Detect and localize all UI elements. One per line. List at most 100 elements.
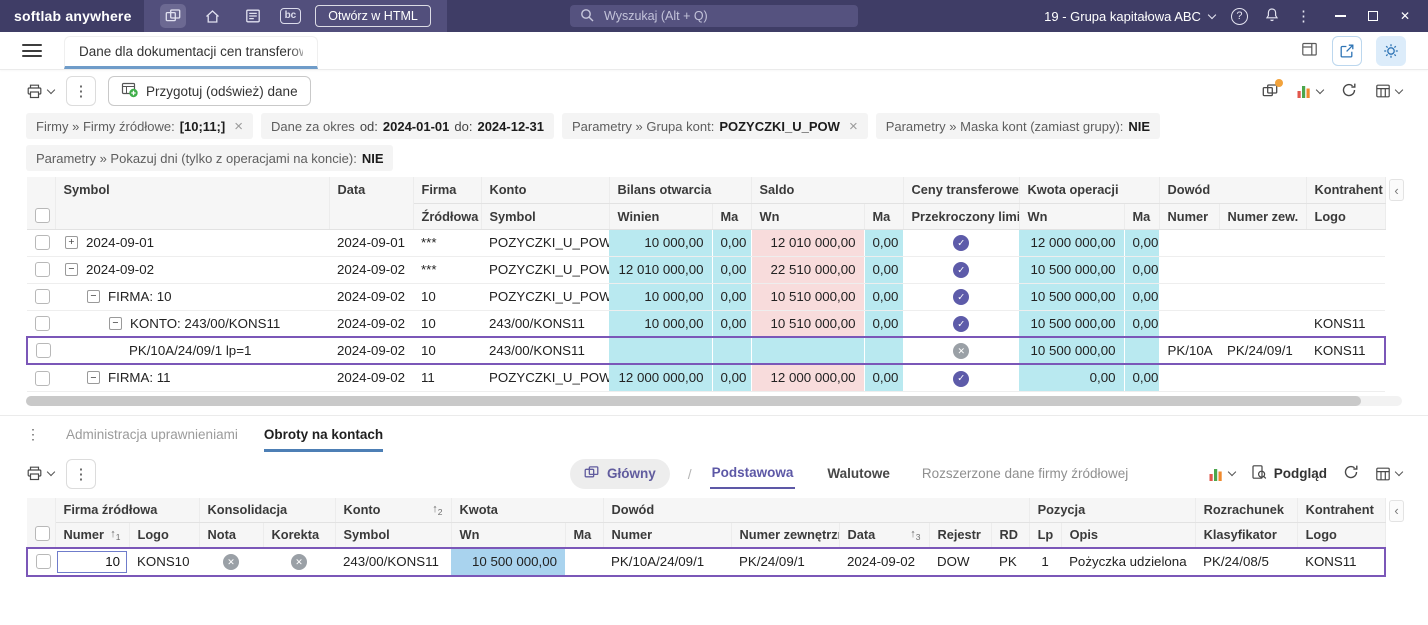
table-row-selected[interactable]: KONS10 243/00/KONS11 10 500 000,00 PK/10… [26, 546, 1387, 577]
help-icon[interactable] [1230, 7, 1248, 25]
collapse-icon[interactable] [65, 263, 78, 276]
col-group-dowod[interactable]: Dowód [1159, 177, 1307, 204]
view-rozszerzone[interactable]: Rozszerzone dane firmy źródłowej [922, 466, 1128, 481]
col-group-bilans[interactable]: Bilans otwarcia [609, 177, 752, 204]
company-selector[interactable]: 19 - Grupa kapitałowa ABC [1044, 9, 1217, 24]
col-ma[interactable]: Ma [565, 522, 604, 548]
col-data[interactable]: Data [329, 177, 414, 230]
col-group-saldo[interactable]: Saldo [751, 177, 904, 204]
col-bilans-ma[interactable]: Ma [712, 203, 752, 230]
col-kwota-wn[interactable]: Wn [1019, 203, 1125, 230]
col-saldo-ma[interactable]: Ma [864, 203, 904, 230]
col-group-firma-zrodlowa[interactable]: Firma źródłowa [55, 497, 200, 523]
close-button[interactable] [1400, 9, 1410, 23]
col-korekta[interactable]: Korekta [263, 522, 336, 548]
tab-administracja-uprawnieniami[interactable]: Administracja uprawnieniami [66, 427, 238, 452]
row-checkbox[interactable] [35, 262, 50, 278]
col-data[interactable]: Data3 [839, 522, 930, 548]
expand-icon[interactable] [65, 236, 78, 249]
refresh-icon[interactable] [1341, 82, 1357, 101]
table-row[interactable]: FIRMA: 11 2024-09-02 11 POZYCZKI_U_POW 1… [27, 364, 1386, 392]
filter-show-days[interactable]: Parametry » Pokazuj dni (tylko z operacj… [26, 145, 394, 171]
col-wn[interactable]: Wn [451, 522, 566, 548]
form-icon[interactable] [240, 4, 266, 28]
dual-screens-button[interactable] [1262, 79, 1283, 99]
col-logo[interactable]: Logo [1306, 203, 1386, 230]
home-icon[interactable] [200, 4, 226, 28]
filter-source-companies[interactable]: Firmy » Firmy źródłowe: [10;11;] [26, 113, 253, 139]
col-kontrahent-logo[interactable]: Logo [1297, 522, 1386, 548]
col-dowod-numer-zew[interactable]: Numer zew. [1219, 203, 1307, 230]
col-saldo-wn[interactable]: Wn [751, 203, 865, 230]
collapse-panel-icon[interactable] [1389, 179, 1405, 201]
close-icon[interactable] [234, 119, 243, 134]
select-all-checkbox[interactable] [35, 525, 50, 541]
table-row[interactable]: 2024-09-02 2024-09-02 *** POZYCZKI_U_POW… [27, 256, 1386, 284]
print-button[interactable] [26, 83, 56, 100]
col-group-kwota[interactable]: Kwota [451, 497, 604, 523]
global-search[interactable] [570, 5, 858, 27]
col-numer[interactable]: Numer1 [55, 522, 130, 548]
chart-button[interactable] [1208, 466, 1236, 482]
col-group-dowod[interactable]: Dowód [603, 497, 1030, 523]
collapse-panel-icon[interactable] [1389, 499, 1405, 522]
numer-editor-input[interactable] [57, 550, 127, 573]
row-checkbox[interactable] [36, 343, 51, 359]
row-checkbox[interactable] [35, 370, 50, 386]
preview-button[interactable]: Podgląd [1251, 464, 1327, 483]
grid-settings-button[interactable] [1375, 466, 1404, 482]
col-konto[interactable]: Konto [481, 177, 610, 204]
open-in-html-button[interactable]: Otwórz w HTML [315, 5, 431, 27]
col-group-konto[interactable]: Konto2 [335, 497, 452, 523]
bell-icon[interactable] [1264, 7, 1280, 26]
col-opis[interactable]: Opis [1061, 522, 1196, 548]
tab-transfer-pricing-data[interactable]: Dane dla dokumentacji cen transferow [64, 36, 318, 69]
refresh-icon[interactable] [1343, 464, 1359, 483]
col-lp[interactable]: Lp [1029, 522, 1062, 548]
table-row[interactable]: FIRMA: 10 2024-09-02 10 POZYCZKI_U_POW 1… [27, 283, 1386, 311]
view-walutowe[interactable]: Walutowe [827, 466, 890, 481]
col-klasyfikator[interactable]: Klasyfikator [1195, 522, 1298, 548]
col-group-konsolidacja[interactable]: Konsolidacja [199, 497, 336, 523]
table-row[interactable]: KONTO: 243/00/KONS11 2024-09-02 10 243/0… [27, 310, 1386, 338]
layout-panel-icon[interactable] [1301, 41, 1318, 61]
view-glowny-button[interactable]: Główny [570, 458, 670, 489]
col-kwota-ma[interactable]: Ma [1124, 203, 1160, 230]
col-group-kontrahent[interactable]: Kontrahent [1297, 497, 1386, 523]
maximize-button[interactable] [1367, 11, 1378, 21]
collapse-icon[interactable] [87, 371, 100, 385]
row-checkbox[interactable] [35, 235, 50, 251]
col-firma[interactable]: Firma [413, 177, 482, 204]
col-numer-zewnetrzny[interactable]: Numer zewnętrzny [731, 522, 840, 548]
share-icon[interactable] [1332, 35, 1362, 66]
col-rd[interactable]: RD [991, 522, 1030, 548]
filter-account-mask[interactable]: Parametry » Maska kont (zamiast grupy): N… [875, 113, 1161, 139]
filter-period[interactable]: Dane za okres od: 2024-01-01 do: 2024-12-3… [260, 113, 554, 139]
bc-app-icon[interactable]: bc [279, 8, 302, 24]
col-dowod-numer[interactable]: Numer [1159, 203, 1220, 230]
chart-button[interactable] [1296, 83, 1325, 99]
dual-screens-icon[interactable] [159, 4, 186, 28]
view-podstawowa[interactable]: Podstawowa [709, 458, 796, 489]
topbar-kebab-icon[interactable] [1296, 9, 1311, 24]
collapse-icon[interactable] [87, 290, 100, 303]
menu-hamburger-icon[interactable] [22, 44, 42, 57]
cell-wn[interactable]: 10 500 000,00 [451, 546, 566, 577]
col-firma-logo[interactable]: Logo [129, 522, 200, 548]
tab-obroty-na-kontach[interactable]: Obroty na kontach [263, 427, 384, 452]
scrollbar-thumb[interactable] [26, 395, 1361, 406]
collapse-icon[interactable] [109, 316, 122, 330]
col-group-kontrahent[interactable]: Kontrahent [1306, 177, 1386, 204]
col-group-rozrachunek[interactable]: Rozrachunek [1195, 497, 1298, 523]
prepare-data-button[interactable]: Przygotuj (odśwież) dane [108, 76, 311, 106]
filter-account-group[interactable]: Parametry » Grupa kont: POZYCZKI_U_POW [561, 113, 868, 139]
col-symbol[interactable]: Symbol [55, 177, 330, 230]
minimize-button[interactable] [1334, 15, 1346, 17]
col-nota[interactable]: Nota [199, 522, 264, 548]
col-symbol[interactable]: Symbol [335, 522, 452, 548]
grid-settings-button[interactable] [1375, 83, 1404, 99]
select-all-checkbox[interactable] [35, 207, 50, 223]
row-checkbox[interactable] [35, 316, 50, 332]
more-actions-button[interactable] [66, 458, 96, 489]
col-dowod-numer[interactable]: Numer [603, 522, 732, 548]
